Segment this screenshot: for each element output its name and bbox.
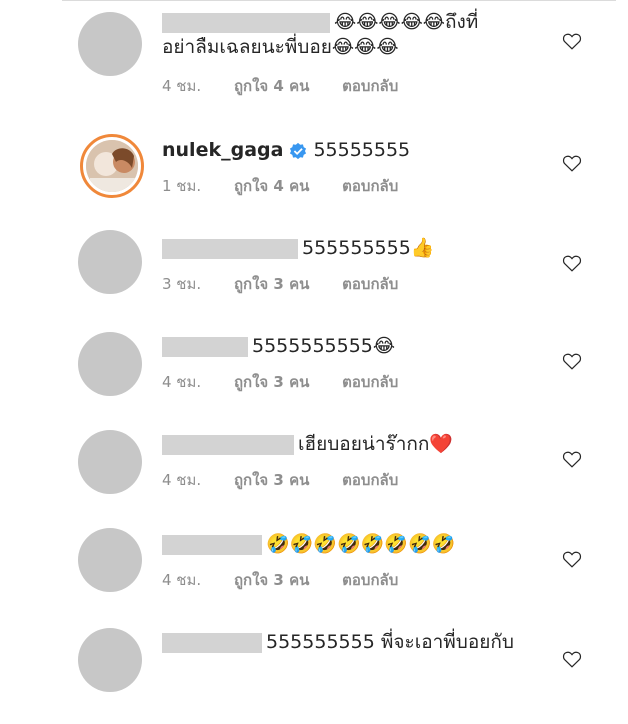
comment-body: 😂😂😂😂😂ถึงที่ อย่าลืมเฉลยนะพี่บอย😂😂😂 4 ชม.… [162, 10, 562, 95]
redacted-username [162, 534, 262, 555]
comment-text: 555555555 พี่จะเอาพี่บอยกับ [266, 631, 514, 653]
redacted-username [162, 434, 294, 455]
avatar[interactable] [78, 230, 142, 294]
comment-item: เฮียบอยน่าร๊ากก❤️ 4 ชม. ถูกใจ 3 คน ตอบกล… [0, 430, 628, 528]
comment-body: 5555555555😂 4 ชม. ถูกใจ 3 คน ตอบกลับ [162, 334, 562, 391]
comment-meta: 4 ชม. ถูกใจ 4 คน ตอบกลับ [162, 74, 398, 98]
reply-button[interactable]: ตอบกลับ [342, 373, 398, 391]
comment-meta: 4 ชม. ถูกใจ 3 คน ตอบกลับ [162, 468, 398, 492]
reply-button[interactable]: ตอบกลับ [342, 77, 398, 95]
reply-button[interactable]: ตอบกลับ [342, 471, 398, 489]
avatar[interactable] [78, 430, 142, 494]
reply-button[interactable]: ตอบกลับ [342, 177, 398, 195]
avatar[interactable] [78, 12, 142, 76]
redacted-username [162, 336, 248, 357]
comment-likes[interactable]: ถูกใจ 3 คน [234, 471, 309, 489]
comment-body: 555555555👍 3 ชม. ถูกใจ 3 คน ตอบกลับ [162, 236, 562, 293]
comment-item: 🤣🤣🤣🤣🤣🤣🤣🤣 4 ชม. ถูกใจ 3 คน ตอบกลับ [0, 528, 628, 626]
comment-text-continued: อย่าลืมเฉลยนะพี่บอย😂😂😂 [162, 36, 399, 58]
heart-outline-icon[interactable] [562, 154, 582, 172]
comment-username[interactable]: nulek_gaga [162, 138, 283, 163]
comment-meta: 4 ชม. ถูกใจ 3 คน ตอบกลับ [162, 568, 398, 592]
comment-item: 😂😂😂😂😂ถึงที่ อย่าลืมเฉลยนะพี่บอย😂😂😂 4 ชม.… [0, 10, 628, 108]
comment-text: 🤣🤣🤣🤣🤣🤣🤣🤣 [266, 533, 456, 555]
avatar-photo [86, 140, 138, 192]
comment-time: 4 ชม. [162, 571, 202, 589]
comment-body: 555555555 พี่จะเอาพี่บอยกับ [162, 630, 562, 655]
comment-text: 555555555👍 [302, 237, 435, 259]
comment-body: 🤣🤣🤣🤣🤣🤣🤣🤣 4 ชม. ถูกใจ 3 คน ตอบกลับ [162, 532, 562, 589]
comment-text: 😂😂😂😂😂ถึงที่ [334, 11, 479, 33]
avatar[interactable] [78, 628, 142, 692]
comment-time: 4 ชม. [162, 373, 202, 391]
comment-text: 55555555 [313, 139, 411, 161]
redacted-username [162, 632, 262, 653]
heart-outline-icon[interactable] [562, 450, 582, 468]
comment-likes[interactable]: ถูกใจ 4 คน [234, 177, 309, 195]
comment-likes[interactable]: ถูกใจ 3 คน [234, 275, 309, 293]
avatar[interactable] [78, 528, 142, 592]
avatar-image [86, 140, 138, 192]
comment-likes[interactable]: ถูกใจ 3 คน [234, 373, 309, 391]
redacted-username [162, 238, 298, 259]
comment-item: 5555555555😂 4 ชม. ถูกใจ 3 คน ตอบกลับ [0, 330, 628, 428]
comment-item: nulek_gaga 55555555 1 ชม. ถูกใจ 4 คน ตอบ… [0, 134, 628, 232]
comment-time: 4 ชม. [162, 77, 202, 95]
comment-text: เฮียบอยน่าร๊ากก❤️ [298, 433, 454, 455]
comment-time: 4 ชม. [162, 471, 202, 489]
comment-body: nulek_gaga 55555555 1 ชม. ถูกใจ 4 คน ตอบ… [162, 138, 562, 195]
comment-item: 555555555👍 3 ชม. ถูกใจ 3 คน ตอบกลับ [0, 230, 628, 330]
comment-meta: 1 ชม. ถูกใจ 4 คน ตอบกลับ [162, 174, 398, 198]
redacted-username [162, 12, 330, 33]
heart-outline-icon[interactable] [562, 550, 582, 568]
verified-badge-icon [290, 142, 307, 159]
avatar[interactable] [78, 332, 142, 396]
divider [62, 0, 616, 1]
heart-outline-icon[interactable] [562, 254, 582, 272]
reply-button[interactable]: ตอบกลับ [342, 275, 398, 293]
reply-button[interactable]: ตอบกลับ [342, 571, 398, 589]
heart-outline-icon[interactable] [562, 352, 582, 370]
comment-body: เฮียบอยน่าร๊ากก❤️ 4 ชม. ถูกใจ 3 คน ตอบกล… [162, 432, 562, 489]
comment-time: 3 ชม. [162, 275, 202, 293]
comment-item: 555555555 พี่จะเอาพี่บอยกับ [0, 626, 628, 724]
comment-meta: 3 ชม. ถูกใจ 3 คน ตอบกลับ [162, 272, 398, 296]
comment-likes[interactable]: ถูกใจ 3 คน [234, 571, 309, 589]
comment-time: 1 ชม. [162, 177, 202, 195]
avatar[interactable] [80, 134, 144, 198]
comment-likes[interactable]: ถูกใจ 4 คน [234, 77, 309, 95]
comment-meta: 4 ชม. ถูกใจ 3 คน ตอบกลับ [162, 370, 398, 394]
heart-outline-icon[interactable] [562, 650, 582, 668]
comment-text: 5555555555😂 [252, 335, 396, 357]
heart-outline-icon[interactable] [562, 32, 582, 50]
